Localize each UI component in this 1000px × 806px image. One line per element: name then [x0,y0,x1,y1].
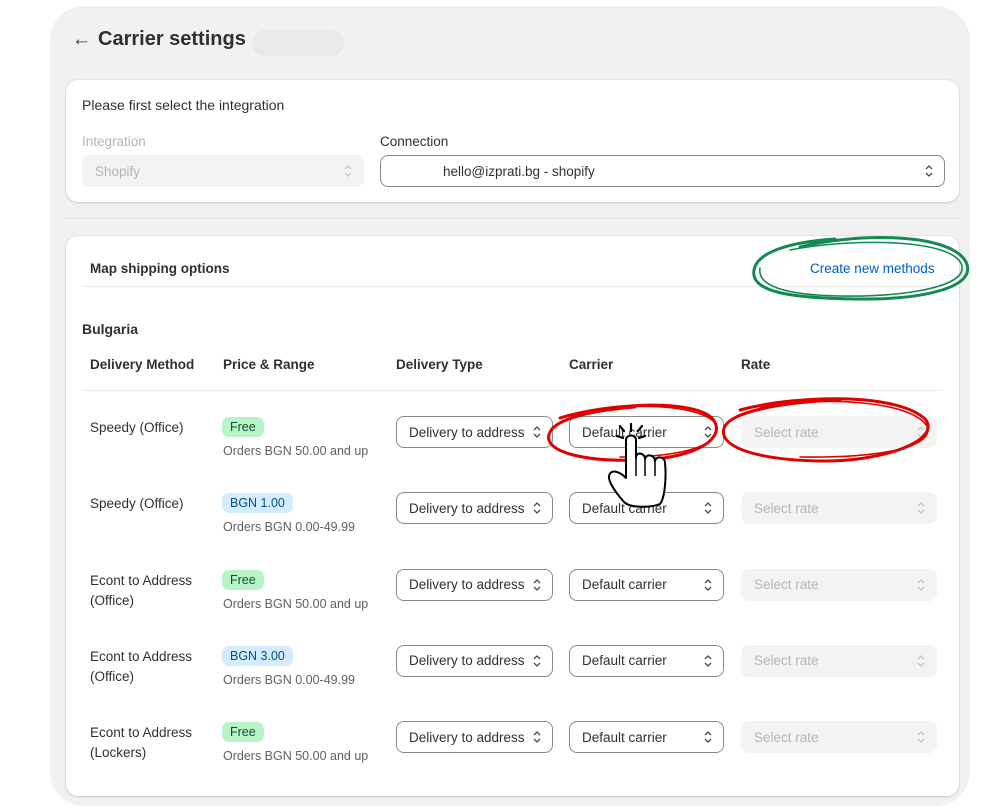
carrier-select[interactable]: Default carrier [569,492,724,525]
col-price-range: Price & Range [223,357,315,372]
chevron-updown-icon [917,654,925,667]
delivery-method-name: Speedy (Office) [90,420,184,435]
header-divider [82,286,943,287]
delivery-type-select[interactable]: Delivery to address [396,644,553,677]
chevron-updown-icon [533,578,541,591]
price-badge: Free [222,569,264,590]
chevron-updown-icon [533,502,541,515]
integration-label: Integration [82,134,146,149]
col-delivery-method: Delivery Method [90,357,195,372]
carrier-select[interactable]: Default carrier [569,721,724,754]
chevron-updown-icon [704,578,712,591]
price-badge: BGN 1.00 [222,493,293,514]
price-range-text: Orders BGN 50.00 and up [223,444,369,458]
table-header-divider [82,390,943,391]
integration-select[interactable]: Shopify [82,155,364,187]
delivery-type-select[interactable]: Delivery to address [396,721,553,754]
chevron-updown-icon [917,426,925,438]
chevron-updown-icon [344,165,352,177]
delivery-method-name: Econt to Address (Lockers) [90,725,193,761]
rate-select[interactable]: Select rate [741,568,937,601]
carrier-select[interactable]: Default carrier [569,568,724,601]
chevron-updown-icon [533,426,541,438]
chevron-updown-icon [704,731,712,744]
integration-select-value: Shopify [95,163,141,179]
chevron-updown-icon [704,654,712,667]
delivery-type-select[interactable]: Delivery to address [396,568,553,601]
delivery-method-name: Econt to Address (Office) [90,648,193,684]
delivery-type-select[interactable]: Delivery to address [396,416,553,448]
page-title: Carrier settings [98,28,246,50]
col-carrier: Carrier [569,357,614,372]
page-header: ← Carrier settings [72,28,246,51]
chevron-updown-icon [925,165,933,177]
chevron-updown-icon [917,578,925,591]
carrier-select[interactable]: Default carrier [569,416,724,448]
title-placeholder [252,30,344,56]
connection-select[interactable]: hello@izprati.bg - shopify [380,155,945,187]
rate-select[interactable]: Select rate [741,721,937,754]
price-badge: Free [222,722,264,743]
section-divider [66,218,959,219]
delivery-method-name: Econt to Address (Office) [90,572,193,608]
col-rate: Rate [741,357,771,372]
chevron-updown-icon [533,731,541,744]
price-range-text: Orders BGN 0.00-49.99 [223,520,356,535]
country-heading: Bulgaria [82,321,139,337]
price-badge: Free [222,417,264,437]
connection-select-value: hello@izprati.bg - shopify [443,163,595,179]
mapping-title: Map shipping options [90,261,230,276]
chevron-updown-icon [917,502,925,515]
price-range-text: Orders BGN 50.00 and up [223,749,369,764]
delivery-method-name: Speedy (Office) [90,496,184,512]
price-range-text: Orders BGN 0.00-49.99 [223,672,356,687]
integration-prompt: Please first select the integration [82,97,285,113]
col-delivery-type: Delivery Type [396,357,483,372]
rate-select[interactable]: Select rate [741,644,937,677]
chevron-updown-icon [704,426,712,438]
chevron-updown-icon [917,731,925,744]
rate-select[interactable]: Select rate [741,492,937,525]
connection-label: Connection [380,134,449,149]
rate-select[interactable]: Select rate [741,416,937,448]
carrier-select[interactable]: Default carrier [569,644,724,677]
chevron-updown-icon [704,502,712,515]
arrow-left-icon[interactable]: ← [72,29,98,51]
price-badge: BGN 3.00 [222,645,293,666]
chevron-updown-icon [533,654,541,667]
delivery-type-select[interactable]: Delivery to address [396,492,553,525]
create-new-methods-link[interactable]: Create new methods [810,261,935,276]
price-range-text: Orders BGN 50.00 and up [223,596,369,611]
